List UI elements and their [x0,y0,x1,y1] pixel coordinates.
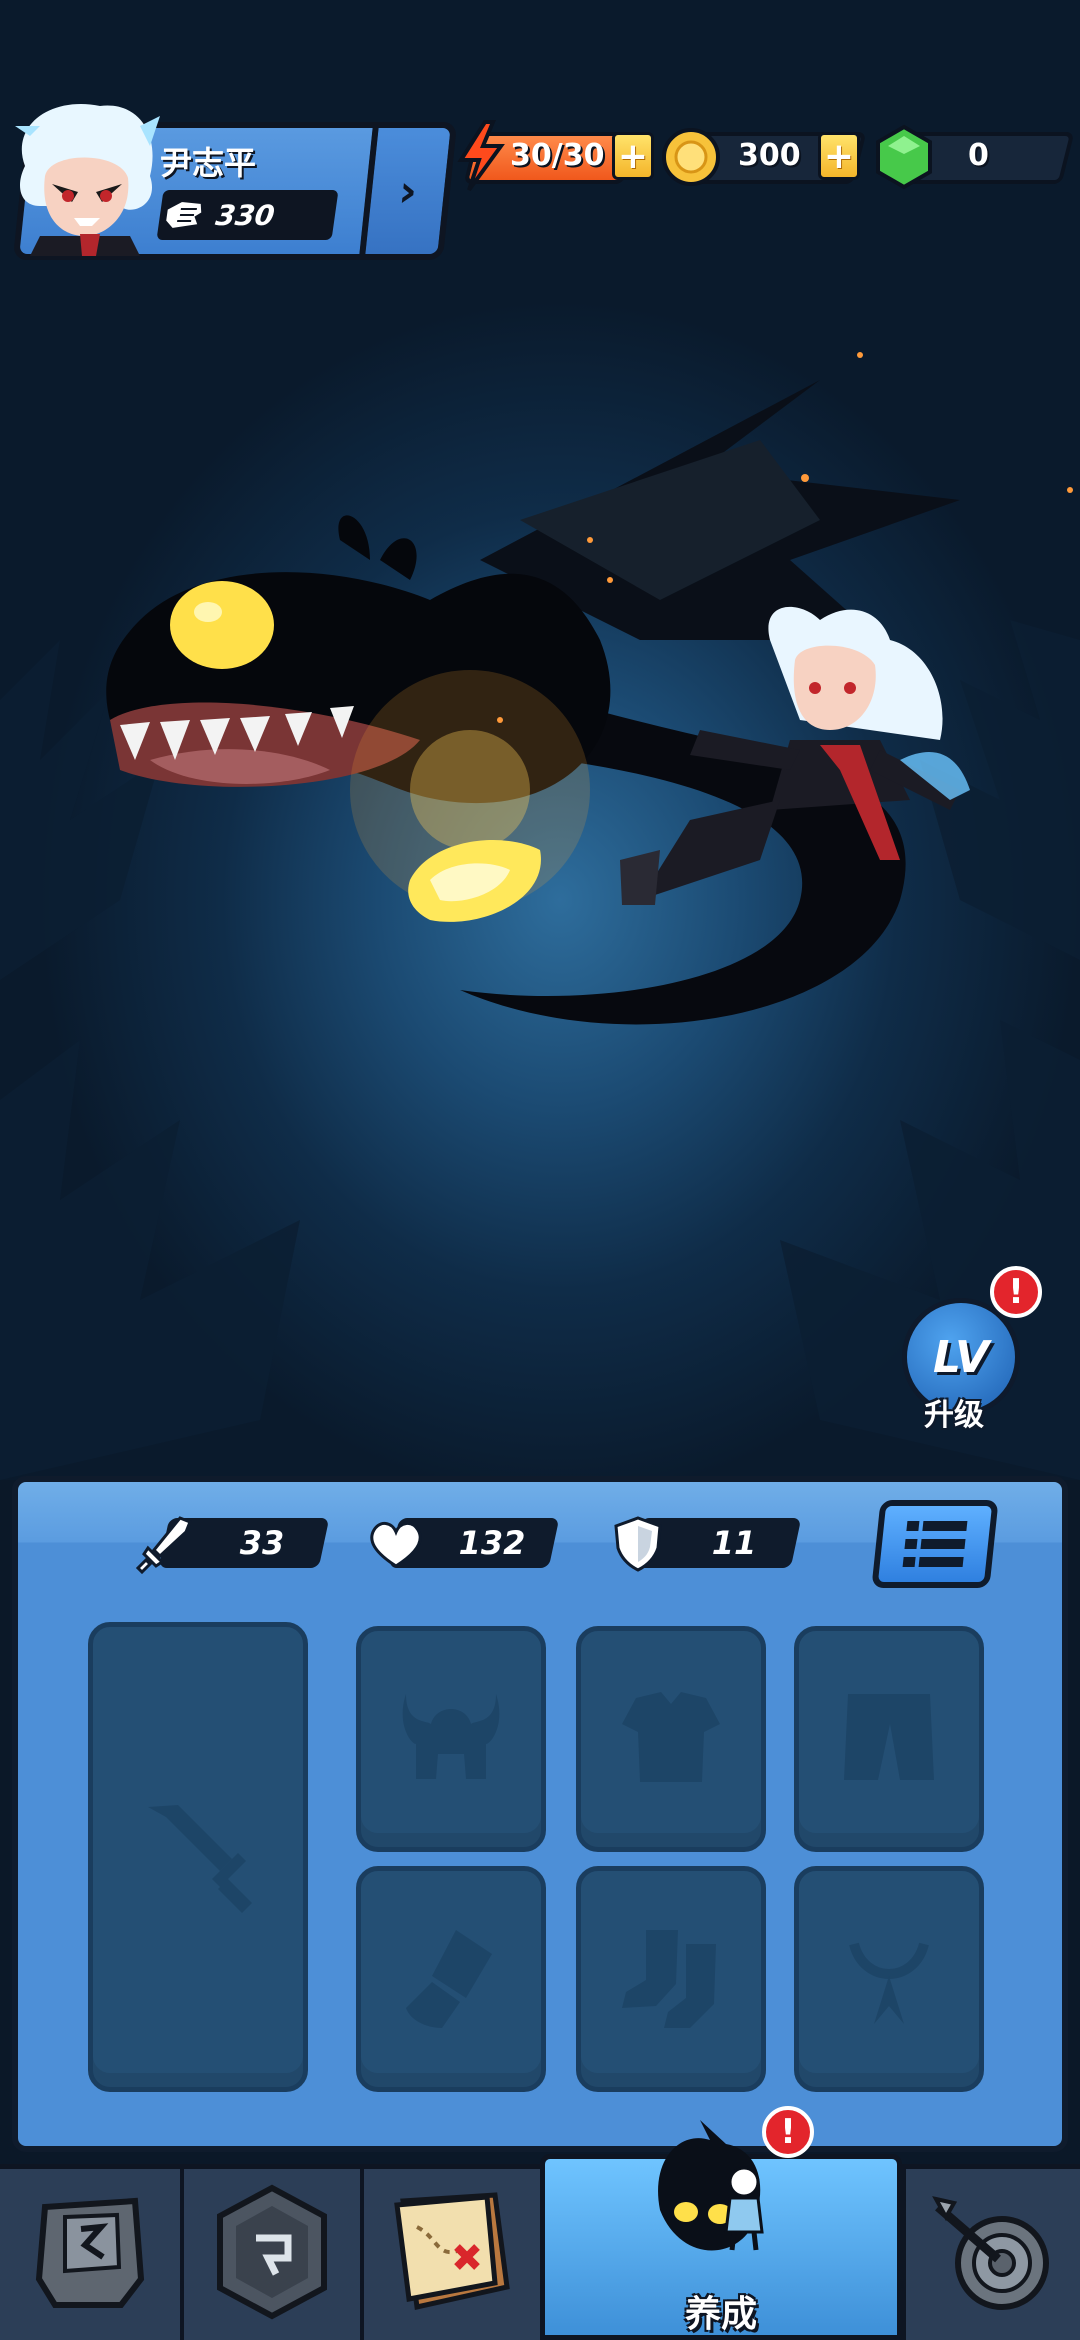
attribute-list-button[interactable] [871,1500,999,1588]
fist-icon [164,199,204,231]
energy-value: 30/30 [510,138,605,173]
nav-skills[interactable] [902,2164,1080,2340]
pants-slot[interactable] [794,1626,984,1852]
avatar[interactable] [10,96,160,256]
target-dart-icon [932,2196,1049,2310]
gloves-slot-icon [406,1930,492,2028]
combat-power-value: 330 [213,198,277,232]
add-gold-button[interactable]: + [818,132,860,180]
heart-icon [370,1522,422,1568]
nav-shop[interactable] [0,2164,180,2340]
armor-slot-icon [622,1692,720,1782]
add-energy-button[interactable]: + [612,132,654,180]
nav-map[interactable] [360,2164,540,2340]
combat-power: 330 [156,190,339,240]
boots-slot[interactable] [576,1866,766,2092]
gold-coin-icon [662,128,720,186]
list-icon [902,1521,968,1567]
chevron-right-icon[interactable]: › [359,128,451,254]
gem-icon [876,124,932,190]
necklace-slot[interactable] [794,1866,984,2092]
level-up-label: 升级 [924,1398,984,1433]
armor-slot[interactable] [576,1626,766,1852]
boots-slot-icon [622,1930,716,2028]
helmet-slot-icon [402,1694,500,1779]
gem-value: 0 [968,138,989,173]
level-up-alert-icon: ! [990,1266,1042,1318]
hex-rune-icon [217,2184,327,2320]
weapon-slot[interactable] [88,1622,308,2092]
rune-stone-icon [35,2197,145,2308]
necklace-slot-icon [849,1942,929,2024]
health-value: 132 [458,1524,526,1562]
sword-icon [136,1516,192,1574]
player-name: 尹志平 [160,144,257,182]
gloves-slot[interactable] [356,1866,546,2092]
shield-icon [614,1516,662,1572]
attack-value: 33 [239,1524,285,1562]
weapon-slot-sword-icon [148,1805,252,1913]
helmet-slot[interactable] [356,1626,546,1852]
nav-develop-alert-icon: ! [762,2106,814,2158]
pants-slot-icon [844,1694,934,1780]
nav-develop-label: 养成 [684,2294,757,2335]
defense-value: 11 [711,1524,757,1562]
nav-dungeon[interactable] [180,2164,360,2340]
gold-value: 300 [738,138,801,173]
lightning-icon [457,120,505,192]
treasure-map-icon [394,2192,510,2311]
